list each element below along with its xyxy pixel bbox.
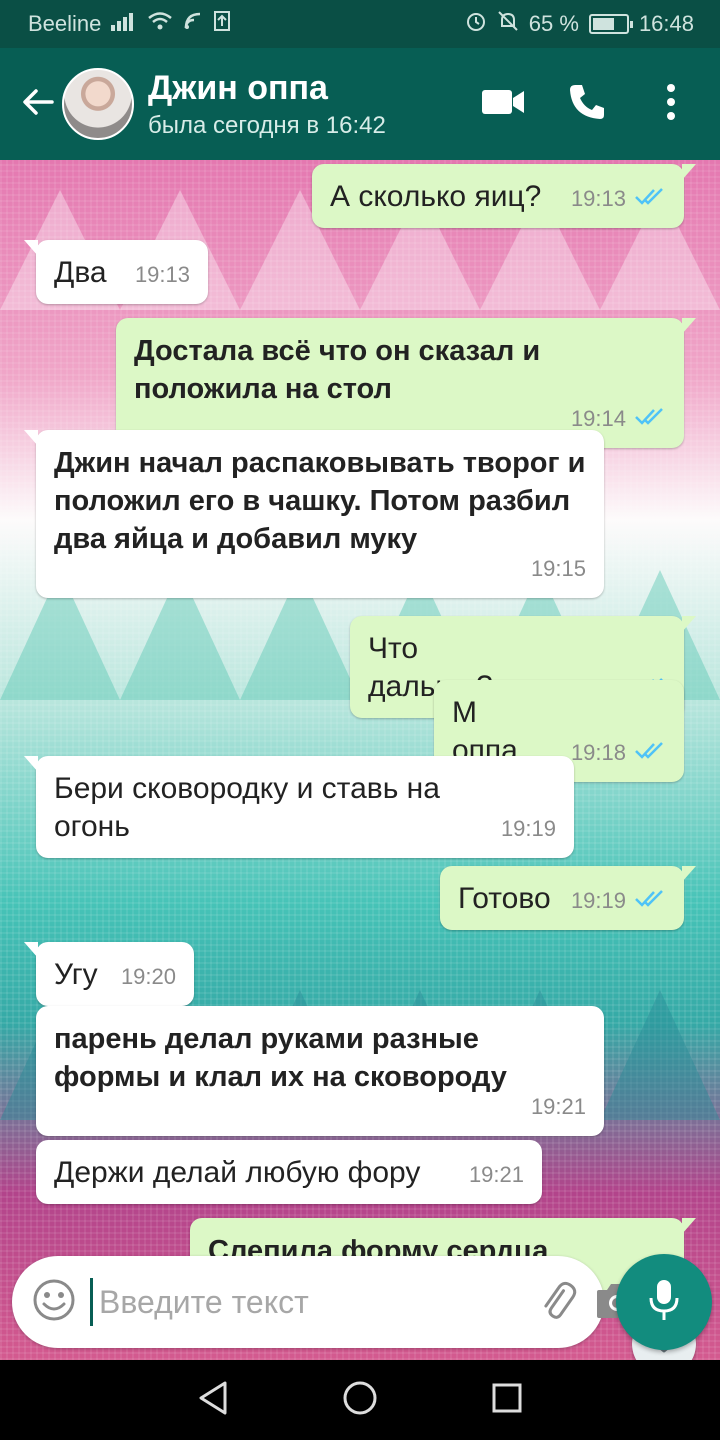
nfc-icon: [183, 11, 203, 37]
message-text: Держи делай любую фору: [54, 1156, 421, 1189]
message-text: Достала всё что он сказал и положила на …: [134, 335, 541, 405]
battery-icon: [588, 14, 633, 34]
voice-call-button[interactable]: [560, 77, 614, 131]
contact-info[interactable]: Джин оппа была сегодня в 16:42: [148, 68, 476, 140]
status-bar: Beeline 65 % 16:48: [0, 0, 720, 48]
message-text: Бери сковородку и ставь на огонь: [54, 772, 440, 843]
message-time: 19:21: [469, 1156, 524, 1194]
message-text: Два: [54, 256, 107, 289]
incoming-message[interactable]: парень делал руками разные формы и клал …: [36, 1006, 604, 1136]
message-input[interactable]: [90, 1278, 519, 1326]
outgoing-message[interactable]: А сколько яиц? 19:13: [312, 164, 696, 228]
more-vert-icon: [665, 83, 677, 126]
nav-back-button[interactable]: [178, 1365, 248, 1435]
nav-home-icon: [342, 1380, 378, 1421]
outgoing-message[interactable]: Достала всё что он сказал и положила на …: [116, 318, 696, 448]
system-nav-bar: [0, 1360, 720, 1440]
read-receipt-icon: [634, 734, 666, 772]
back-arrow-icon: [20, 84, 56, 125]
incoming-message[interactable]: Угу 19:20: [24, 942, 194, 1006]
message-timestamp: 19:21: [468, 1162, 524, 1187]
message-timestamp: 19:18: [570, 740, 626, 765]
message-time: 19:13: [135, 256, 190, 294]
outgoing-message[interactable]: Готово 19:19: [440, 866, 696, 930]
attach-icon: [535, 1278, 579, 1327]
nav-back-icon: [197, 1381, 229, 1420]
message-text: Джин начал распаковывать творог и положи…: [54, 447, 586, 555]
signal-icon: [111, 11, 137, 37]
wifi-icon: [147, 11, 173, 37]
message-timestamp: 19:15: [530, 556, 586, 581]
message-timestamp: 19:13: [134, 262, 190, 287]
message-time: 19:19: [571, 882, 666, 920]
message-time: 19:15: [531, 550, 586, 588]
video-call-icon: [481, 87, 525, 122]
emoji-button[interactable]: [32, 1277, 76, 1327]
contact-name: Джин оппа: [148, 69, 328, 107]
clock: 16:48: [638, 11, 694, 36]
attach-button[interactable]: [535, 1274, 579, 1330]
incoming-message[interactable]: Два 19:13: [24, 240, 208, 304]
message-time: 19:21: [531, 1088, 586, 1126]
mute-bell-icon: [497, 10, 519, 38]
back-button[interactable]: [10, 76, 66, 132]
message-composer: [12, 1256, 637, 1348]
battery-percent: 65 %: [528, 11, 579, 36]
chat-area[interactable]: А сколько яиц? 19:13 Два 19:13 Достала всё ч…: [0, 160, 720, 1360]
read-receipt-icon: [634, 882, 666, 920]
incoming-message[interactable]: Бери сковородку и ставь на огонь 19:19: [24, 756, 574, 858]
upload-icon: [213, 10, 231, 38]
carrier-label: Beeline: [28, 11, 102, 36]
nav-recents-icon: [491, 1382, 523, 1419]
nav-home-button[interactable]: [325, 1365, 395, 1435]
read-receipt-icon: [634, 400, 666, 438]
last-seen: была сегодня в 16:42: [148, 112, 386, 139]
more-options-button[interactable]: [644, 77, 698, 131]
video-call-button[interactable]: [476, 77, 530, 131]
chat-header: Джин оппа была сегодня в 16:42: [0, 48, 720, 160]
phone-icon: [567, 82, 607, 127]
message-timestamp: 19:21: [530, 1094, 586, 1119]
message-timestamp: 19:19: [570, 888, 626, 913]
message-timestamp: 19:20: [120, 964, 176, 989]
message-time: 19:13: [571, 180, 666, 218]
emoji-icon: [32, 1278, 76, 1327]
message-text: Готово: [458, 882, 551, 915]
incoming-message[interactable]: Держи делай любую фору 19:21: [36, 1140, 542, 1204]
message-time: 19:19: [501, 810, 556, 848]
message-text: А сколько яиц?: [330, 180, 542, 213]
message-time: 19:20: [121, 958, 176, 996]
voice-record-button[interactable]: [616, 1254, 712, 1350]
mic-icon: [647, 1278, 681, 1327]
message-timestamp: 19:13: [570, 186, 626, 211]
avatar[interactable]: [62, 68, 134, 140]
read-receipt-icon: [634, 180, 666, 218]
message-time: 19:18: [571, 734, 666, 772]
alarm-icon: [465, 10, 487, 38]
message-timestamp: 19:19: [500, 816, 556, 841]
message-text: парень делал руками разные формы и клал …: [54, 1023, 507, 1093]
nav-recents-button[interactable]: [472, 1365, 542, 1435]
incoming-message[interactable]: Джин начал распаковывать творог и положи…: [24, 430, 604, 598]
message-text: Угу: [54, 958, 98, 991]
